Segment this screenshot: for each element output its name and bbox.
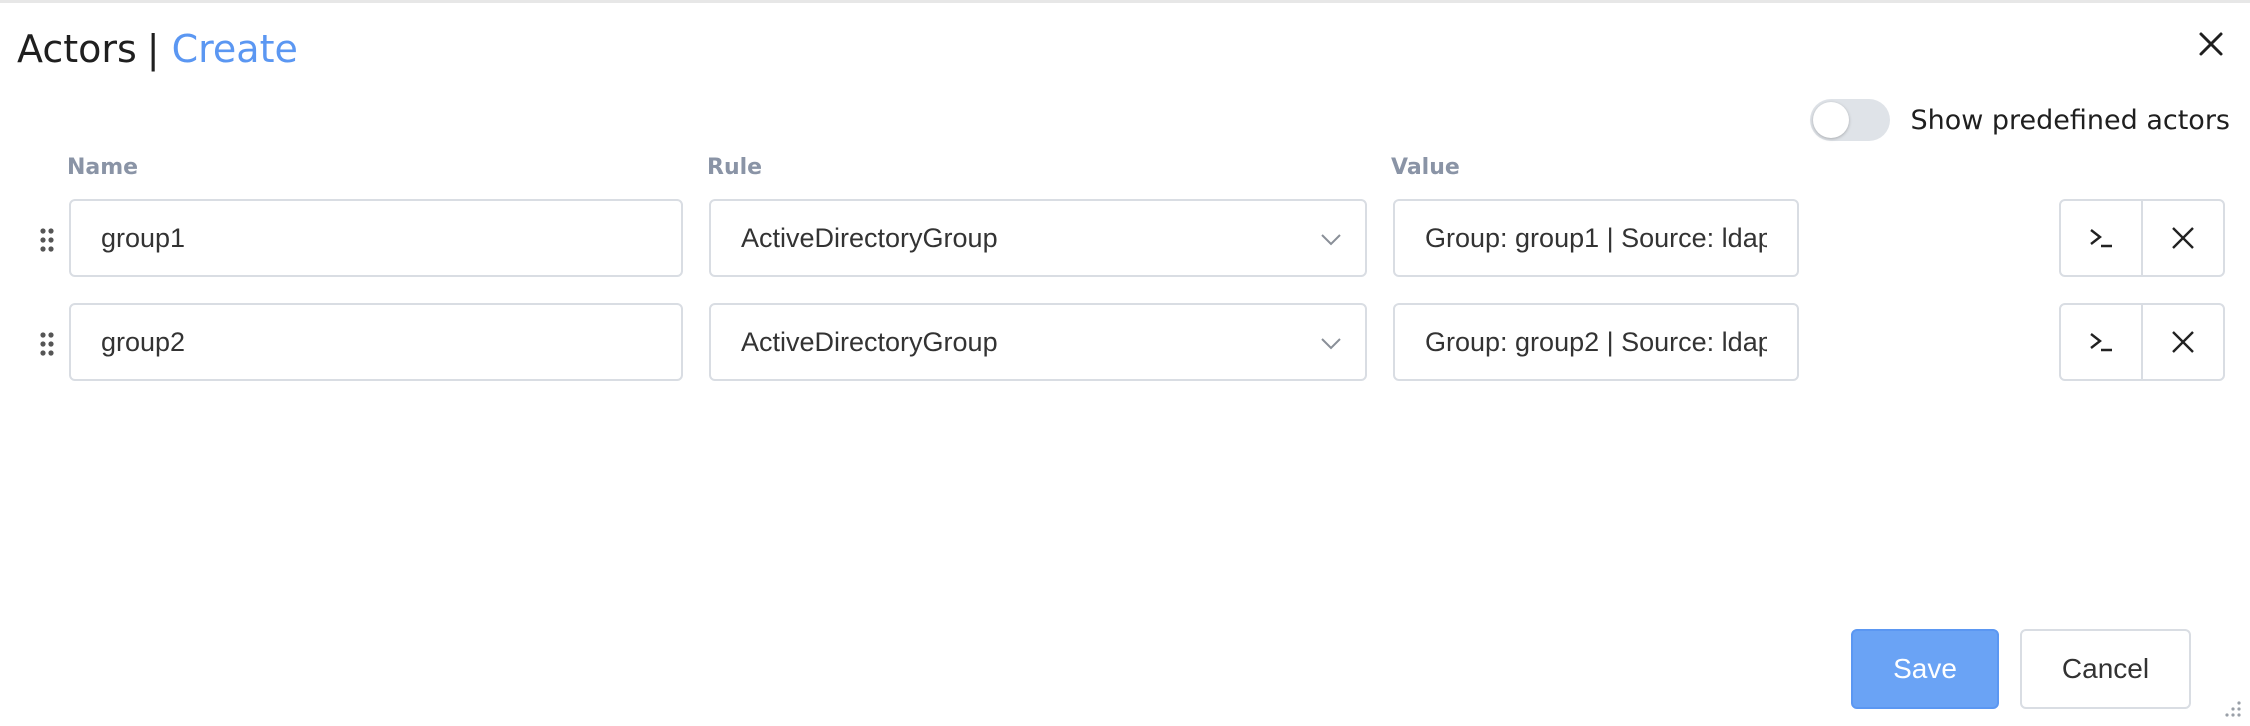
value-input[interactable] <box>1393 303 1799 381</box>
cancel-button[interactable]: Cancel <box>2020 629 2191 709</box>
column-header-rule: Rule <box>707 155 763 180</box>
close-icon <box>2172 331 2194 353</box>
show-predefined-toggle[interactable] <box>1810 99 1891 141</box>
predefined-toggle-row: Show predefined actors <box>1810 97 2230 143</box>
terminal-icon <box>2090 229 2112 248</box>
value-input-control[interactable] <box>1425 222 1767 254</box>
chevron-down-icon <box>1321 234 1341 246</box>
show-predefined-label: Show predefined actors <box>1910 104 2230 136</box>
value-input-control[interactable] <box>1425 326 1767 358</box>
remove-row-button[interactable] <box>2141 201 2223 275</box>
title-action: Create <box>171 27 298 71</box>
expression-button[interactable] <box>2061 201 2141 275</box>
actor-row: ActiveDirectoryGroup <box>0 199 2250 279</box>
drag-handle-icon[interactable] <box>38 331 56 357</box>
row-actions <box>2059 303 2225 381</box>
title-main: Actors <box>17 27 137 71</box>
resize-grip-icon[interactable] <box>2222 698 2242 718</box>
column-header-value: Value <box>1391 155 1460 180</box>
dialog-title: Actors | Create <box>17 21 298 77</box>
expression-button[interactable] <box>2061 305 2141 379</box>
name-input[interactable] <box>69 303 683 381</box>
rule-select[interactable]: ActiveDirectoryGroup <box>709 199 1367 277</box>
column-header-name: Name <box>67 155 139 180</box>
close-icon <box>2199 32 2223 56</box>
save-button[interactable]: Save <box>1851 629 1999 709</box>
actor-row: ActiveDirectoryGroup <box>0 303 2250 383</box>
toggle-knob <box>1813 102 1850 138</box>
rule-select-value: ActiveDirectoryGroup <box>741 222 998 253</box>
actors-create-dialog: Actors | Create Show predefined actors Nam… <box>0 0 2250 726</box>
name-input[interactable] <box>69 199 683 277</box>
remove-row-button[interactable] <box>2141 305 2223 379</box>
name-input-control[interactable] <box>101 222 681 254</box>
close-button[interactable] <box>2194 27 2228 61</box>
drag-handle-icon[interactable] <box>38 227 56 253</box>
rule-select[interactable]: ActiveDirectoryGroup <box>709 303 1367 381</box>
close-icon <box>2172 227 2194 249</box>
title-separator: | <box>146 27 160 71</box>
row-actions <box>2059 199 2225 277</box>
value-input[interactable] <box>1393 199 1799 277</box>
name-input-control[interactable] <box>101 326 681 358</box>
rule-select-value: ActiveDirectoryGroup <box>741 326 998 357</box>
chevron-down-icon <box>1321 338 1341 350</box>
terminal-icon <box>2090 333 2112 352</box>
